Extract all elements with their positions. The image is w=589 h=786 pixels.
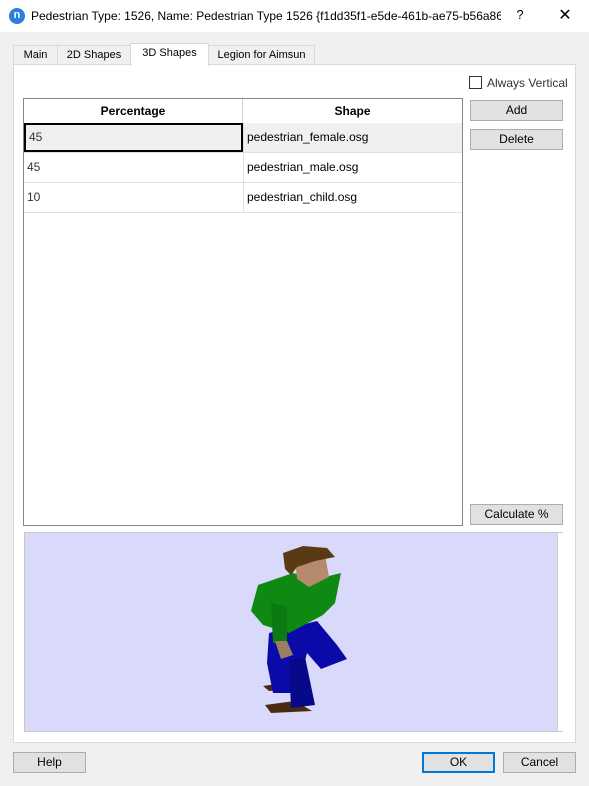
column-header-percentage[interactable]: Percentage xyxy=(24,99,242,123)
table-row[interactable]: 45 pedestrian_female.osg xyxy=(24,123,462,153)
help-icon[interactable]: ? xyxy=(512,7,528,22)
percentage-cell[interactable]: 10 xyxy=(24,183,243,212)
column-header-shape[interactable]: Shape xyxy=(243,99,462,123)
cancel-button[interactable]: Cancel xyxy=(503,752,576,773)
shape-cell[interactable]: pedestrian_female.osg xyxy=(243,123,462,152)
tab-2d-shapes[interactable]: 2D Shapes xyxy=(57,45,131,65)
tab-legion-for-aimsun[interactable]: Legion for Aimsun xyxy=(208,45,315,65)
shapes-table: Percentage Shape 45 pedestrian_female.os… xyxy=(23,98,463,526)
delete-button[interactable]: Delete xyxy=(470,129,563,150)
shirt xyxy=(251,573,341,633)
help-button[interactable]: Help xyxy=(13,752,86,773)
table-header: Percentage Shape xyxy=(24,99,462,124)
shape-cell[interactable]: pedestrian_child.osg xyxy=(243,183,462,212)
shape-cell[interactable]: pedestrian_male.osg xyxy=(243,153,462,182)
close-icon[interactable]: ✕ xyxy=(556,5,574,25)
title-bar: n Pedestrian Type: 1526, Name: Pedestria… xyxy=(0,0,589,32)
preview-scrollbar[interactable] xyxy=(557,533,564,731)
calculate-percent-button[interactable]: Calculate % xyxy=(470,504,563,525)
ok-button[interactable]: OK xyxy=(422,752,495,773)
leg-front xyxy=(289,657,315,708)
add-button[interactable]: Add xyxy=(470,100,563,121)
tab-3d-shapes[interactable]: 3D Shapes xyxy=(130,43,209,66)
percentage-cell[interactable]: 45 xyxy=(24,153,243,182)
window-title: Pedestrian Type: 1526, Name: Pedestrian … xyxy=(31,9,501,23)
always-vertical-label: Always Vertical xyxy=(487,76,568,90)
table-row[interactable]: 10 pedestrian_child.osg xyxy=(24,183,462,213)
always-vertical-checkbox[interactable] xyxy=(469,76,482,89)
aimsun-app-icon: n xyxy=(9,8,25,24)
arm xyxy=(271,603,287,645)
tab-main[interactable]: Main xyxy=(13,45,58,65)
table-row[interactable]: 45 pedestrian_male.osg xyxy=(24,153,462,183)
pedestrian-figure-icon xyxy=(251,546,347,713)
3d-shape-preview[interactable] xyxy=(24,532,563,732)
percentage-cell[interactable]: 45 xyxy=(24,123,243,152)
